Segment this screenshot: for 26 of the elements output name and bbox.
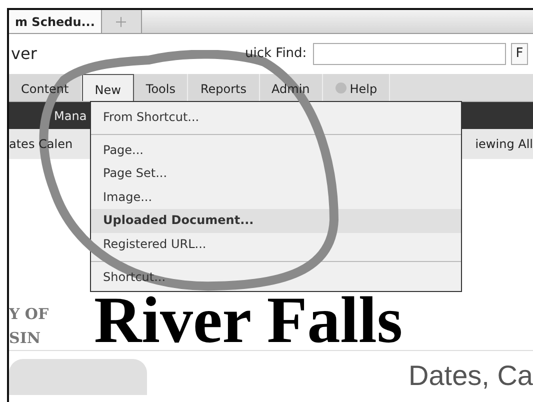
- menu-option[interactable]: Image...: [91, 186, 461, 210]
- menu-option[interactable]: Registered URL...: [91, 232, 461, 257]
- toolbar-item[interactable]: Mana: [45, 106, 87, 124]
- logo-text: Y OF: [9, 304, 50, 325]
- tab[interactable]: m Schedu...: [9, 10, 102, 33]
- quick-find-field[interactable]: [312, 43, 506, 65]
- menu-option[interactable]: Shortcut...: [91, 266, 461, 290]
- page-heading: Dates, Ca: [408, 361, 533, 392]
- plus-icon: [116, 16, 126, 26]
- add-tab-button[interactable]: [102, 10, 142, 33]
- breadcrumb-text: ates Calen: [9, 136, 73, 153]
- menu-item[interactable]: New: [82, 74, 134, 101]
- menu-item[interactable]: Tools: [134, 74, 188, 101]
- menu-option[interactable]: Uploaded Document...: [91, 209, 461, 233]
- find-button[interactable]: F: [510, 43, 528, 65]
- logo-title: River Falls: [94, 290, 403, 350]
- logo-text: SIN: [9, 328, 42, 349]
- viewing-text: iewing All: [475, 136, 533, 153]
- menu-option[interactable]: Page...: [91, 138, 461, 162]
- menu-item[interactable]: Reports: [188, 74, 260, 101]
- menu-item[interactable]: Help: [322, 74, 390, 101]
- menu-option[interactable]: From Shortcut...: [91, 106, 461, 130]
- site-title: ver: [10, 43, 38, 65]
- quick-find-label: uick Find:: [245, 45, 307, 64]
- menu-option[interactable]: Page Set...: [91, 162, 461, 186]
- help-icon: [334, 82, 347, 94]
